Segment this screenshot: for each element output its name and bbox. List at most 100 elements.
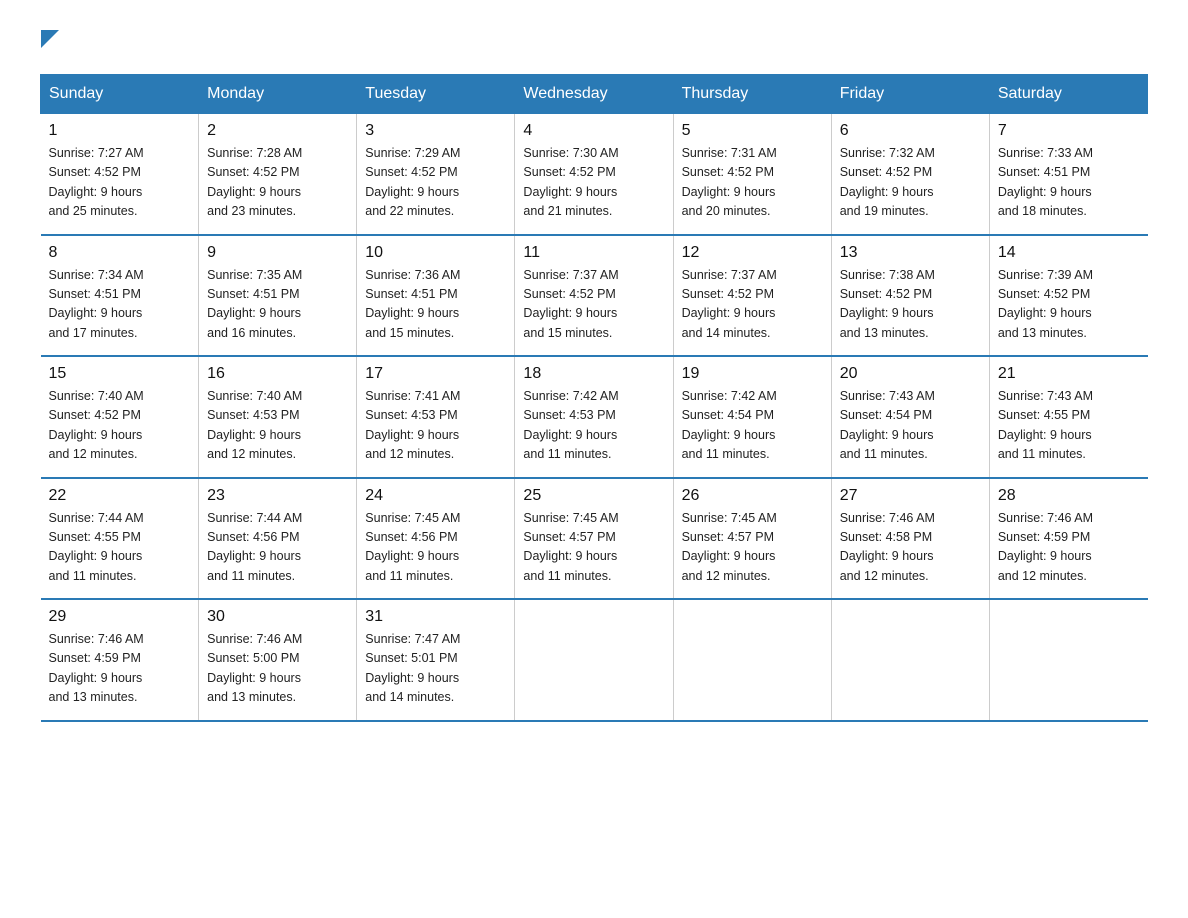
calendar-cell: 30 Sunrise: 7:46 AMSunset: 5:00 PMDaylig…	[199, 599, 357, 721]
day-info: Sunrise: 7:45 AMSunset: 4:56 PMDaylight:…	[365, 511, 460, 583]
calendar-cell: 12 Sunrise: 7:37 AMSunset: 4:52 PMDaylig…	[673, 235, 831, 357]
day-number: 4	[523, 122, 664, 140]
day-number: 11	[523, 244, 664, 262]
weekday-header-wednesday: Wednesday	[515, 75, 673, 114]
page-header	[40, 30, 1148, 54]
day-number: 24	[365, 487, 506, 505]
logo-triangle-icon	[41, 30, 61, 52]
day-info: Sunrise: 7:38 AMSunset: 4:52 PMDaylight:…	[840, 268, 935, 340]
day-info: Sunrise: 7:36 AMSunset: 4:51 PMDaylight:…	[365, 268, 460, 340]
day-info: Sunrise: 7:37 AMSunset: 4:52 PMDaylight:…	[523, 268, 618, 340]
day-info: Sunrise: 7:42 AMSunset: 4:54 PMDaylight:…	[682, 389, 777, 461]
calendar-cell: 16 Sunrise: 7:40 AMSunset: 4:53 PMDaylig…	[199, 356, 357, 478]
calendar-cell: 2 Sunrise: 7:28 AMSunset: 4:52 PMDayligh…	[199, 114, 357, 235]
day-info: Sunrise: 7:43 AMSunset: 4:54 PMDaylight:…	[840, 389, 935, 461]
calendar-cell: 3 Sunrise: 7:29 AMSunset: 4:52 PMDayligh…	[357, 114, 515, 235]
day-number: 23	[207, 487, 348, 505]
day-number: 16	[207, 365, 348, 383]
day-info: Sunrise: 7:44 AMSunset: 4:56 PMDaylight:…	[207, 511, 302, 583]
day-info: Sunrise: 7:34 AMSunset: 4:51 PMDaylight:…	[49, 268, 144, 340]
weekday-header-thursday: Thursday	[673, 75, 831, 114]
weekday-header-row: SundayMondayTuesdayWednesdayThursdayFrid…	[41, 75, 1148, 114]
calendar-cell	[515, 599, 673, 721]
calendar-cell: 29 Sunrise: 7:46 AMSunset: 4:59 PMDaylig…	[41, 599, 199, 721]
day-number: 15	[49, 365, 191, 383]
day-number: 18	[523, 365, 664, 383]
day-info: Sunrise: 7:40 AMSunset: 4:53 PMDaylight:…	[207, 389, 302, 461]
calendar-cell: 19 Sunrise: 7:42 AMSunset: 4:54 PMDaylig…	[673, 356, 831, 478]
day-info: Sunrise: 7:37 AMSunset: 4:52 PMDaylight:…	[682, 268, 777, 340]
calendar-cell: 8 Sunrise: 7:34 AMSunset: 4:51 PMDayligh…	[41, 235, 199, 357]
calendar-cell: 15 Sunrise: 7:40 AMSunset: 4:52 PMDaylig…	[41, 356, 199, 478]
calendar-week-row: 8 Sunrise: 7:34 AMSunset: 4:51 PMDayligh…	[41, 235, 1148, 357]
day-number: 21	[998, 365, 1140, 383]
calendar-cell: 9 Sunrise: 7:35 AMSunset: 4:51 PMDayligh…	[199, 235, 357, 357]
day-number: 12	[682, 244, 823, 262]
day-info: Sunrise: 7:31 AMSunset: 4:52 PMDaylight:…	[682, 146, 777, 218]
day-number: 9	[207, 244, 348, 262]
calendar-cell	[673, 599, 831, 721]
weekday-header-sunday: Sunday	[41, 75, 199, 114]
day-number: 13	[840, 244, 981, 262]
day-number: 6	[840, 122, 981, 140]
day-info: Sunrise: 7:43 AMSunset: 4:55 PMDaylight:…	[998, 389, 1093, 461]
day-number: 31	[365, 608, 506, 626]
calendar-week-row: 15 Sunrise: 7:40 AMSunset: 4:52 PMDaylig…	[41, 356, 1148, 478]
calendar-cell: 18 Sunrise: 7:42 AMSunset: 4:53 PMDaylig…	[515, 356, 673, 478]
calendar-cell: 20 Sunrise: 7:43 AMSunset: 4:54 PMDaylig…	[831, 356, 989, 478]
day-info: Sunrise: 7:29 AMSunset: 4:52 PMDaylight:…	[365, 146, 460, 218]
day-number: 29	[49, 608, 191, 626]
day-number: 28	[998, 487, 1140, 505]
calendar-week-row: 1 Sunrise: 7:27 AMSunset: 4:52 PMDayligh…	[41, 114, 1148, 235]
calendar-cell: 27 Sunrise: 7:46 AMSunset: 4:58 PMDaylig…	[831, 478, 989, 600]
calendar-cell: 14 Sunrise: 7:39 AMSunset: 4:52 PMDaylig…	[989, 235, 1147, 357]
day-info: Sunrise: 7:45 AMSunset: 4:57 PMDaylight:…	[682, 511, 777, 583]
day-info: Sunrise: 7:32 AMSunset: 4:52 PMDaylight:…	[840, 146, 935, 218]
day-number: 3	[365, 122, 506, 140]
day-number: 5	[682, 122, 823, 140]
day-info: Sunrise: 7:30 AMSunset: 4:52 PMDaylight:…	[523, 146, 618, 218]
weekday-header-saturday: Saturday	[989, 75, 1147, 114]
calendar-cell: 4 Sunrise: 7:30 AMSunset: 4:52 PMDayligh…	[515, 114, 673, 235]
day-info: Sunrise: 7:40 AMSunset: 4:52 PMDaylight:…	[49, 389, 144, 461]
calendar-cell: 1 Sunrise: 7:27 AMSunset: 4:52 PMDayligh…	[41, 114, 199, 235]
day-number: 17	[365, 365, 506, 383]
day-info: Sunrise: 7:28 AMSunset: 4:52 PMDaylight:…	[207, 146, 302, 218]
calendar-cell: 13 Sunrise: 7:38 AMSunset: 4:52 PMDaylig…	[831, 235, 989, 357]
day-number: 14	[998, 244, 1140, 262]
logo-area	[40, 30, 61, 54]
calendar-cell: 26 Sunrise: 7:45 AMSunset: 4:57 PMDaylig…	[673, 478, 831, 600]
day-info: Sunrise: 7:47 AMSunset: 5:01 PMDaylight:…	[365, 632, 460, 704]
calendar-header: SundayMondayTuesdayWednesdayThursdayFrid…	[41, 75, 1148, 114]
day-info: Sunrise: 7:46 AMSunset: 4:59 PMDaylight:…	[49, 632, 144, 704]
day-info: Sunrise: 7:44 AMSunset: 4:55 PMDaylight:…	[49, 511, 144, 583]
day-number: 26	[682, 487, 823, 505]
day-number: 8	[49, 244, 191, 262]
calendar-cell: 17 Sunrise: 7:41 AMSunset: 4:53 PMDaylig…	[357, 356, 515, 478]
day-number: 27	[840, 487, 981, 505]
calendar-week-row: 22 Sunrise: 7:44 AMSunset: 4:55 PMDaylig…	[41, 478, 1148, 600]
calendar-week-row: 29 Sunrise: 7:46 AMSunset: 4:59 PMDaylig…	[41, 599, 1148, 721]
day-number: 30	[207, 608, 348, 626]
calendar-cell: 5 Sunrise: 7:31 AMSunset: 4:52 PMDayligh…	[673, 114, 831, 235]
day-info: Sunrise: 7:46 AMSunset: 4:59 PMDaylight:…	[998, 511, 1093, 583]
calendar-cell: 7 Sunrise: 7:33 AMSunset: 4:51 PMDayligh…	[989, 114, 1147, 235]
day-info: Sunrise: 7:46 AMSunset: 4:58 PMDaylight:…	[840, 511, 935, 583]
calendar-cell: 11 Sunrise: 7:37 AMSunset: 4:52 PMDaylig…	[515, 235, 673, 357]
calendar-cell: 25 Sunrise: 7:45 AMSunset: 4:57 PMDaylig…	[515, 478, 673, 600]
day-info: Sunrise: 7:39 AMSunset: 4:52 PMDaylight:…	[998, 268, 1093, 340]
day-number: 10	[365, 244, 506, 262]
calendar-cell: 23 Sunrise: 7:44 AMSunset: 4:56 PMDaylig…	[199, 478, 357, 600]
calendar-cell	[831, 599, 989, 721]
day-info: Sunrise: 7:42 AMSunset: 4:53 PMDaylight:…	[523, 389, 618, 461]
calendar-cell: 24 Sunrise: 7:45 AMSunset: 4:56 PMDaylig…	[357, 478, 515, 600]
weekday-header-friday: Friday	[831, 75, 989, 114]
day-number: 19	[682, 365, 823, 383]
calendar-table: SundayMondayTuesdayWednesdayThursdayFrid…	[40, 74, 1148, 722]
day-info: Sunrise: 7:33 AMSunset: 4:51 PMDaylight:…	[998, 146, 1093, 218]
weekday-header-monday: Monday	[199, 75, 357, 114]
day-number: 25	[523, 487, 664, 505]
weekday-header-tuesday: Tuesday	[357, 75, 515, 114]
day-info: Sunrise: 7:35 AMSunset: 4:51 PMDaylight:…	[207, 268, 302, 340]
calendar-cell: 6 Sunrise: 7:32 AMSunset: 4:52 PMDayligh…	[831, 114, 989, 235]
